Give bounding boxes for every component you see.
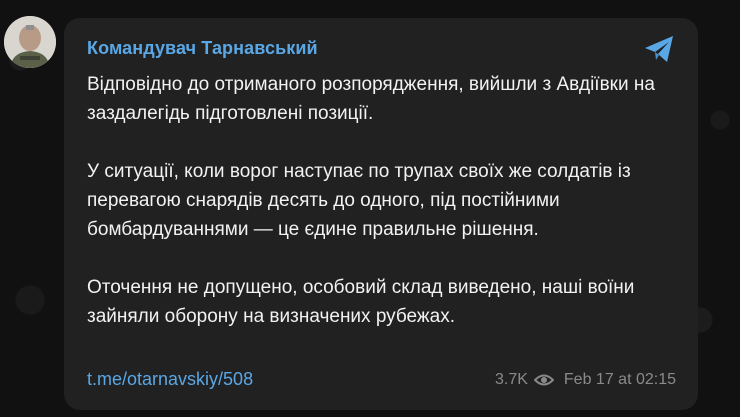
message-bubble: Командувач Тарнавський Відповідно до отр… [64, 18, 698, 410]
message-text: Відповідно до отриманого розпорядження, … [87, 70, 674, 331]
avatar-photo [4, 16, 56, 68]
avatar[interactable] [4, 16, 56, 68]
timestamp: Feb 17 at 02:15 [563, 370, 676, 388]
message-footer: t.me/otarnavskiy/508 3.7K Feb 17 at 02:1… [87, 369, 676, 390]
message-paragraph: Відповідно до отриманого розпорядження, … [87, 74, 655, 124]
message-meta: 3.7K Feb 17 at 02:15 [495, 371, 676, 389]
message-paragraph: Оточення не допущено, особовий склад вив… [87, 277, 635, 327]
post-link[interactable]: t.me/otarnavskiy/508 [87, 369, 253, 390]
sender-name[interactable]: Командувач Тарнавський [87, 36, 674, 60]
view-count: 3.7K [494, 370, 528, 388]
telegram-share-icon[interactable] [642, 32, 676, 66]
message-paragraph: У ситуації, коли ворог наступає по трупа… [87, 161, 631, 240]
eye-icon [533, 374, 554, 385]
